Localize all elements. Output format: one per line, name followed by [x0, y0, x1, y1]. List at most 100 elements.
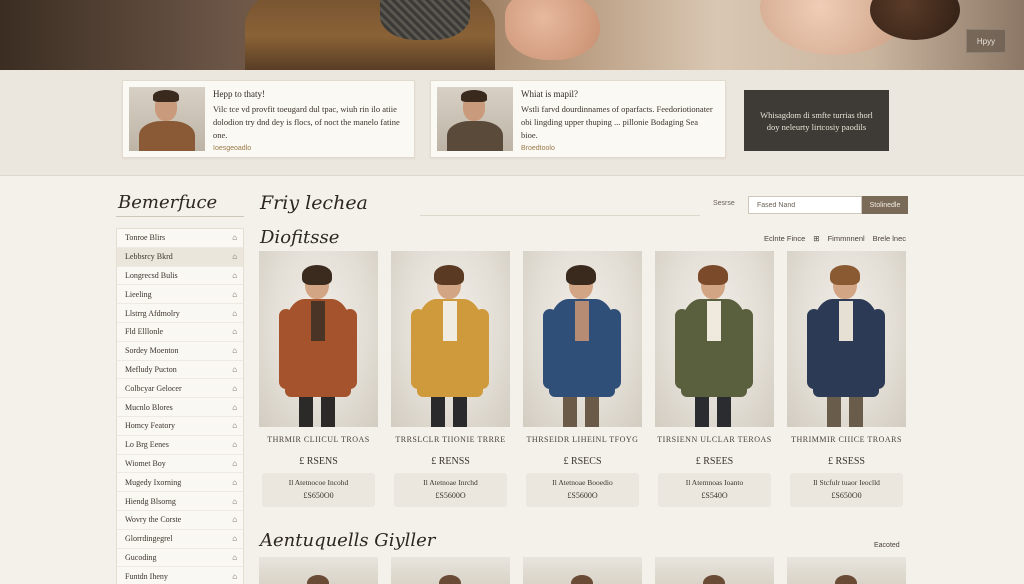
sidebar-item[interactable]: Mugedy Ixorning ⌂ — [117, 473, 243, 493]
product-image[interactable] — [787, 251, 906, 427]
search-button[interactable]: Stolinedle — [862, 196, 908, 214]
home-icon: ⌂ — [232, 552, 237, 562]
product-action[interactable]: Il Atetnoae Booedio £S5600O — [526, 473, 639, 507]
sidebar-item[interactable]: Hiendg Blsorng ⌂ — [117, 492, 243, 511]
sidebar-item-label: Glorrdingegrel — [125, 534, 173, 544]
page-title: Friy lechea — [260, 192, 368, 214]
sidebar-item[interactable]: Fld Elllonle ⌂ — [117, 323, 243, 342]
product-value: £S5600O — [435, 491, 466, 500]
divider — [116, 216, 244, 217]
sidebar-item-label: Mefludy Pucton — [125, 364, 177, 374]
product-action[interactable]: Il Atetnocoe Incohd £S650O0 — [262, 473, 375, 507]
sidebar-item-label: Homcy Featory — [125, 421, 175, 431]
product-image[interactable] — [655, 251, 774, 427]
feature-link[interactable]: Broedtoolo — [521, 145, 555, 152]
home-icon: ⌂ — [232, 252, 237, 262]
sort-label[interactable]: Eclnte Fince — [764, 234, 805, 243]
product-card[interactable]: THRMIR CLIICUL TROAS £ RSENS Il Atetnocoe … — [259, 251, 378, 509]
product-card[interactable]: TRRSLCLR TIIONIE TRRRE £ RENSS Il Atetnoae… — [391, 251, 510, 509]
product-value: £S650O0 — [831, 491, 862, 500]
sidebar-item[interactable]: Wovry the Corste ⌂ — [117, 511, 243, 530]
sidebar-item[interactable]: Gucoding ⌂ — [117, 549, 243, 568]
feature-link[interactable]: Ioesgeoadlo — [213, 145, 251, 152]
product-image[interactable] — [523, 251, 642, 427]
product-price: £ RENSS — [431, 456, 470, 467]
product-image[interactable] — [391, 251, 510, 427]
home-icon: ⌂ — [232, 383, 237, 393]
product-card[interactable]: THRIMMIR CIIICE TROARS £ RSESS Il Stcfulr … — [787, 251, 906, 509]
product-price: £ RSEES — [695, 456, 734, 467]
sidebar-item[interactable]: Homcy Featory ⌂ — [117, 417, 243, 436]
home-icon: ⌂ — [232, 327, 237, 337]
search-input[interactable] — [748, 196, 862, 214]
sidebar-item[interactable]: Lebbsrcy Bkrd ⌂ — [117, 247, 243, 267]
home-icon: ⌂ — [232, 233, 237, 243]
product-thumbnail[interactable] — [523, 557, 642, 584]
home-icon: ⌂ — [232, 364, 237, 374]
sidebar-item[interactable]: Glorrdingegrel ⌂ — [117, 530, 243, 549]
product-thumbnail[interactable] — [259, 557, 378, 584]
product-name: TIRSIENN ULCLAR TEROAS — [657, 435, 772, 444]
sort-option[interactable]: Brele lnec — [873, 234, 906, 243]
section-title: Diofitsse — [260, 227, 340, 248]
sidebar-item-label: Hiendg Blsorng — [125, 496, 176, 506]
product-price: £ RSENS — [299, 456, 338, 467]
feature-title: Whiat is mapil? — [521, 89, 578, 99]
sidebar-item[interactable]: Longrecsd Bulis ⌂ — [117, 267, 243, 286]
hero-button[interactable]: Hpyy — [966, 29, 1006, 53]
sidebar-item[interactable]: Mefludy Pucton ⌂ — [117, 361, 243, 380]
sidebar-item[interactable]: Llstrrg Afdmolry ⌂ — [117, 304, 243, 323]
sidebar-item-label: Tonroe Blirs — [125, 233, 166, 243]
sidebar-item[interactable]: Mucnlo Blores ⌂ — [117, 398, 243, 417]
product-price: £ RSESS — [828, 456, 865, 467]
sidebar-item[interactable]: Wiomet Boy ⌂ — [117, 455, 243, 474]
divider — [420, 215, 700, 216]
avatar — [129, 87, 205, 151]
product-action[interactable]: Il Atemnoas Ioanto £S540O — [658, 473, 771, 507]
product-thumbnail[interactable] — [787, 557, 906, 584]
view-all-link[interactable]: Eacoted — [874, 542, 900, 549]
home-icon: ⌂ — [232, 496, 237, 506]
sidebar-list: Tonroe Blirs ⌂ Lebbsrcy Bkrd ⌂ Longrecsd Bul… — [116, 228, 244, 584]
sort-bar: Eclnte Fince ⊞ Fimmnnenl Brele lnec — [764, 234, 906, 243]
sidebar-item-label: Llstrrg Afdmolry — [125, 308, 180, 318]
sidebar-item-label: Lebbsrcy Bkrd — [125, 252, 173, 262]
section-title: Aentuquells Giyller — [260, 530, 436, 551]
sidebar-item-label: Mucnlo Blores — [125, 402, 173, 412]
sidebar-item-label: Funtdn Iheny — [125, 571, 168, 581]
home-icon: ⌂ — [232, 346, 237, 356]
sidebar-item[interactable]: Tonroe Blirs ⌂ — [117, 229, 243, 248]
feature-band: Hepp to thaty! Vilc tce vd provfit toeug… — [0, 70, 1024, 176]
product-price: £ RSECS — [563, 456, 602, 467]
promo-panel[interactable]: Whisagdom di smfte turrias thorl doy nel… — [744, 90, 889, 151]
sidebar-item[interactable]: Colbcyar Gelocer ⌂ — [117, 379, 243, 399]
avatar — [437, 87, 513, 151]
product-value: £S540O — [701, 491, 728, 500]
sidebar-item-label: Mugedy Ixorning — [125, 477, 182, 487]
product-card[interactable]: THRSEIDR LIHEINL TFOYG £ RSECS Il Atetnoae… — [523, 251, 642, 509]
home-icon: ⌂ — [232, 458, 237, 468]
product-thumbnail[interactable] — [655, 557, 774, 584]
sidebar-item-label: Lieeling — [125, 289, 152, 299]
sort-option[interactable]: Fimmnnenl — [828, 234, 865, 243]
product-card[interactable]: TIRSIENN ULCLAR TEROAS £ RSEES Il Atemnoas… — [655, 251, 774, 509]
product-name: THRIMMIR CIIICE TROARS — [791, 435, 902, 444]
home-icon: ⌂ — [232, 308, 237, 318]
sidebar: Bemerfuce Tonroe Blirs ⌂ Lebbsrcy Bkrd ⌂ Lon… — [114, 176, 244, 584]
product-desc: Il Atetnocoe Incohd — [288, 478, 349, 487]
home-icon: ⌂ — [232, 534, 237, 544]
product-action[interactable]: Il Stcfulr tuaor Ieoclld £S650O0 — [790, 473, 903, 507]
grid-icon[interactable]: ⊞ — [813, 234, 819, 243]
sidebar-item-label: Wovry the Corste — [125, 515, 182, 525]
sidebar-item[interactable]: Funtdn Iheny ⌂ — [117, 567, 243, 584]
product-thumbnail[interactable] — [391, 557, 510, 584]
sidebar-item[interactable]: Lieeling ⌂ — [117, 285, 243, 305]
sidebar-item[interactable]: Sordey Moenton ⌂ — [117, 342, 243, 361]
home-icon: ⌂ — [232, 421, 237, 431]
product-image[interactable] — [259, 251, 378, 427]
sidebar-item-label: Gucoding — [125, 552, 157, 562]
sidebar-item-label: Colbcyar Gelocer — [125, 383, 182, 393]
product-action[interactable]: Il Atetnoae Inrchd £S5600O — [394, 473, 507, 507]
sidebar-item-label: Longrecsd Bulis — [125, 270, 178, 280]
sidebar-item[interactable]: Lo Brg Eenes ⌂ — [117, 436, 243, 455]
